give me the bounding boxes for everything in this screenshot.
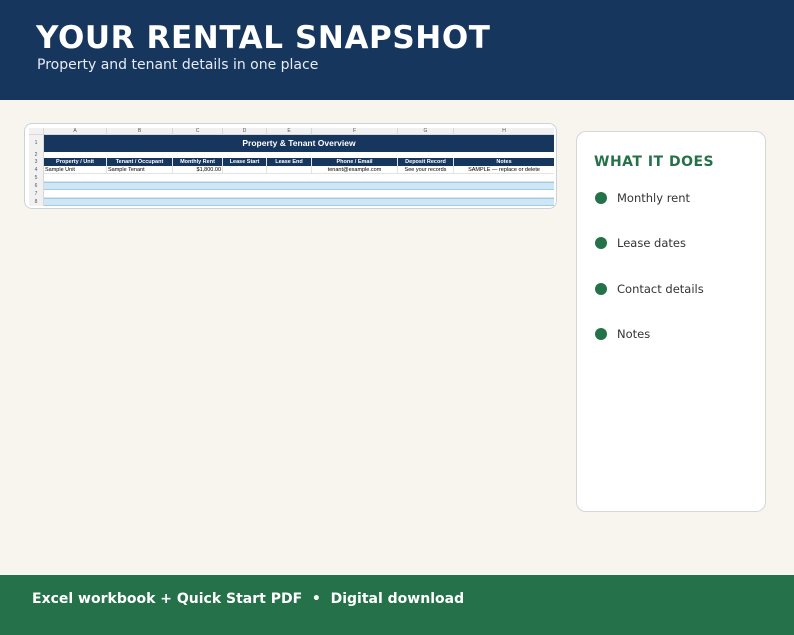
features-panel: WHAT IT DOES Monthly rent Lease dates Co… xyxy=(576,131,766,512)
column-header-row: A B C D E F G H xyxy=(29,128,554,135)
feature-item-rent: Monthly rent xyxy=(595,188,690,208)
sheet-row-1: 1 Property & Tenant Overview xyxy=(29,135,554,152)
column-letter-d: D xyxy=(223,128,267,135)
row-number: 3 xyxy=(29,158,44,166)
feature-item-contact: Contact details xyxy=(595,279,704,299)
cell-notes: SAMPLE — replace or delete xyxy=(468,167,540,173)
column-header-tenant: Tenant / Occupant xyxy=(107,158,173,166)
cell-property: Sample Unit xyxy=(44,166,107,173)
row-number: 6 xyxy=(29,182,44,190)
page-title: YOUR RENTAL SNAPSHOT xyxy=(36,20,491,56)
row-number: 1 xyxy=(29,135,44,152)
column-letter-e: E xyxy=(267,128,312,135)
feature-label: Contact details xyxy=(617,282,704,296)
sheet-row-5: 5 xyxy=(29,174,554,182)
column-header-contact: Phone / Email xyxy=(312,158,398,166)
column-header-rent: Monthly Rent xyxy=(173,158,223,166)
row-number: 8 xyxy=(29,198,44,206)
column-header-property: Property / Unit xyxy=(44,158,107,166)
panel-title: WHAT IT DOES xyxy=(594,154,715,170)
feature-label: Lease dates xyxy=(617,236,686,250)
column-letter-c: C xyxy=(173,128,223,135)
cell-lease-start xyxy=(223,166,267,173)
bullet-dot-icon xyxy=(595,237,607,249)
column-header-notes: Notes xyxy=(454,158,554,166)
column-letter-b: B xyxy=(107,128,173,135)
column-header-lease-start: Lease Start xyxy=(223,158,267,166)
sheet-row-7: 7 xyxy=(29,190,554,198)
feature-label: Notes xyxy=(617,327,651,341)
row-number: 4 xyxy=(29,166,44,174)
cell-tenant: Sample Tenant xyxy=(107,166,173,173)
cell-contact: tenant@example.com xyxy=(312,166,398,173)
cell-rent: $1,800.00 xyxy=(173,166,223,173)
highlight-band xyxy=(44,198,554,206)
row-number: 7 xyxy=(29,190,44,198)
footer-text: Excel workbook + Quick Start PDF • Digit… xyxy=(32,591,465,607)
bullet-dot-icon xyxy=(595,328,607,340)
column-letter-a: A xyxy=(44,128,107,135)
column-header-deposit: Deposit Record xyxy=(398,158,454,166)
cell-lease-end xyxy=(267,166,312,173)
feature-item-notes: Notes xyxy=(595,324,650,344)
feature-label: Monthly rent xyxy=(617,191,691,205)
sheet-row-8: 8 xyxy=(29,198,554,206)
select-all-corner xyxy=(29,128,44,135)
column-letter-g: G xyxy=(398,128,454,135)
column-letter-h: H xyxy=(502,128,506,134)
bullet-dot-icon xyxy=(595,283,607,295)
sheet-row-4: 4 Sample Unit Sample Tenant $1,800.00 te… xyxy=(29,166,554,174)
row-number: 5 xyxy=(29,174,44,182)
header-banner: YOUR RENTAL SNAPSHOT Property and tenant… xyxy=(0,0,794,100)
cell-deposit: See your records xyxy=(398,166,454,173)
spreadsheet-grid: A B C D E F G H 1 Property & Tenant Over… xyxy=(29,128,554,206)
sheet-row-3: 3 Property / Unit Tenant / Occupant Mont… xyxy=(29,158,554,166)
feature-item-lease: Lease dates xyxy=(595,233,686,253)
bullet-dot-icon xyxy=(595,192,607,204)
spreadsheet-preview: A B C D E F G H 1 Property & Tenant Over… xyxy=(24,123,557,209)
page-subtitle: Property and tenant details in one place xyxy=(37,57,319,73)
sheet-banner-title: Property & Tenant Overview xyxy=(44,135,554,152)
column-letter-f: F xyxy=(312,128,398,135)
column-header-lease-end: Lease End xyxy=(267,158,312,166)
sheet-row-6: 6 xyxy=(29,182,554,190)
footer-banner: Excel workbook + Quick Start PDF • Digit… xyxy=(0,575,794,635)
highlight-band xyxy=(44,182,554,190)
